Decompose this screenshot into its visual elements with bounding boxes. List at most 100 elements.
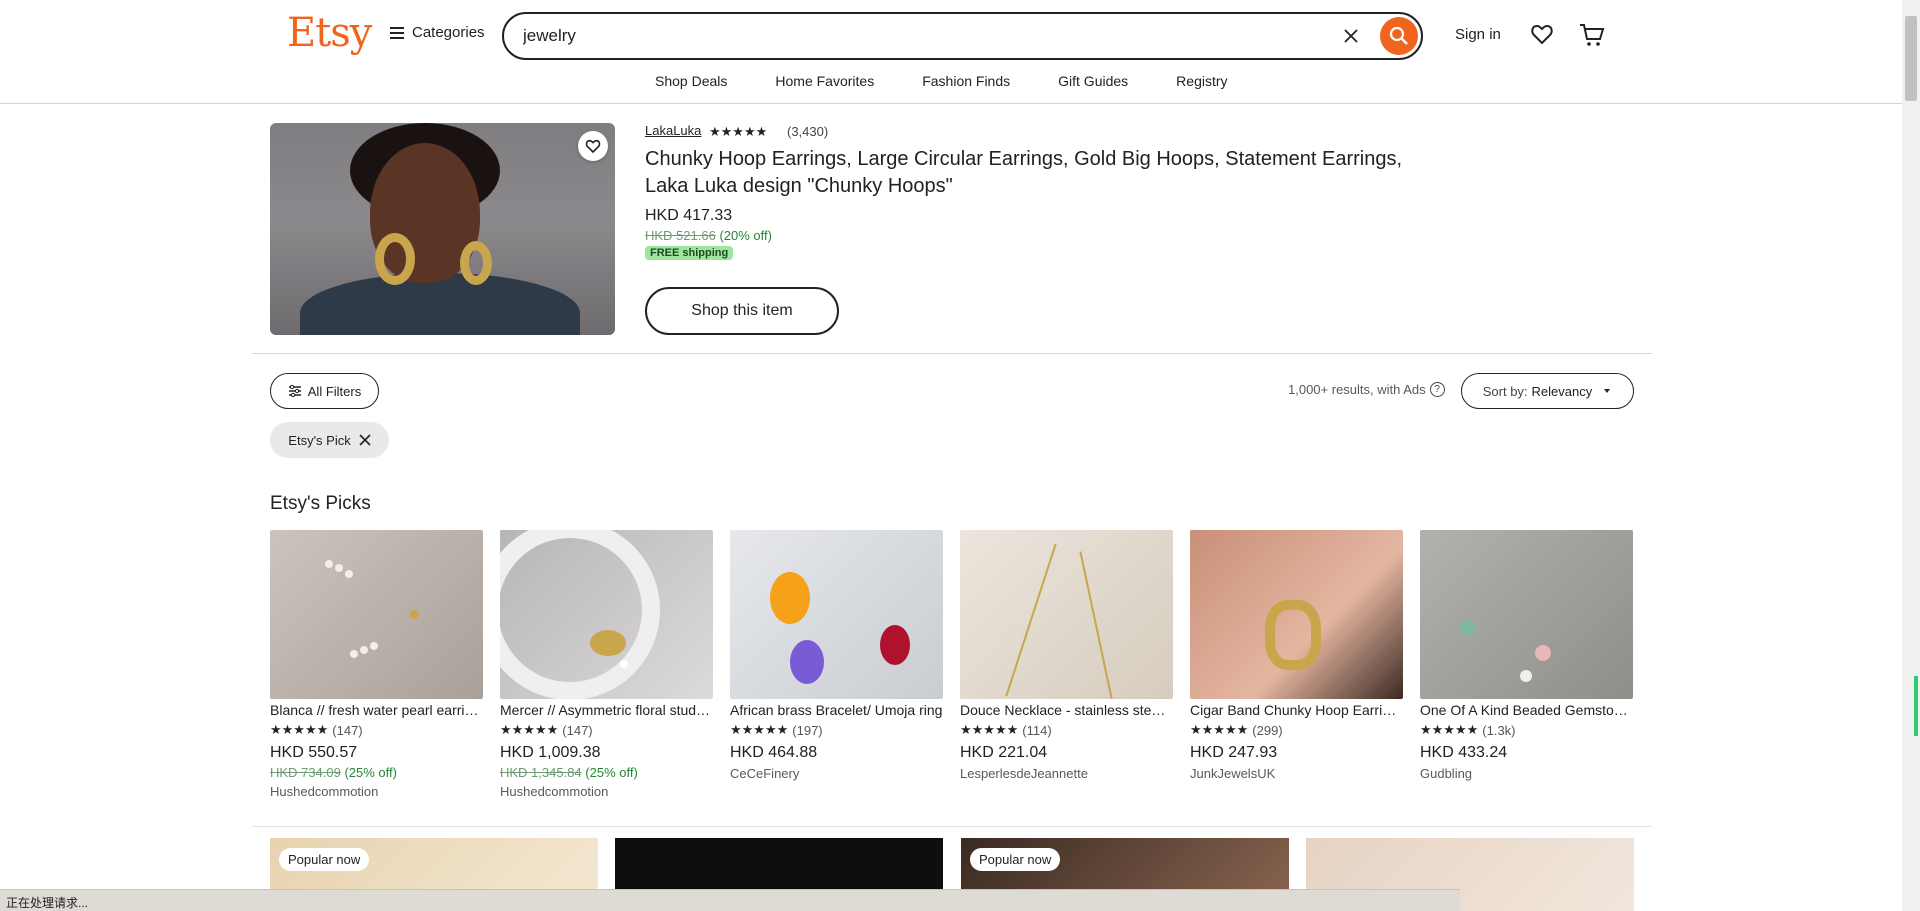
product-price: HKD 464.88 xyxy=(730,744,818,761)
etsy-logo[interactable]: Etsy xyxy=(287,10,372,56)
heart-icon xyxy=(585,139,601,154)
featured-listing-image[interactable] xyxy=(270,123,615,335)
product-image[interactable] xyxy=(1190,530,1403,699)
product-title[interactable]: Douce Necklace - stainless steel chain xyxy=(960,702,1173,718)
review-count: (197) xyxy=(792,722,823,738)
product-shop[interactable]: LesperlesdeJeannette xyxy=(960,766,1173,781)
strikethrough-price: HKD 734.09 xyxy=(270,765,341,780)
product-title[interactable]: One Of A Kind Beaded Gemstone Necklace xyxy=(1420,702,1633,718)
product-card[interactable]: African brass Bracelet/ Umoja ring ★★★★★… xyxy=(730,530,943,781)
nav-registry[interactable]: Registry xyxy=(1176,73,1227,89)
star-rating: ★★★★★ xyxy=(960,722,1019,737)
sign-in-link[interactable]: Sign in xyxy=(1455,26,1501,43)
product-rating: ★★★★★ (299) xyxy=(1190,722,1403,738)
featured-title[interactable]: Chunky Hoop Earrings, Large Circular Ear… xyxy=(645,146,1445,200)
product-card[interactable]: Blanca // fresh water pearl earrings ★★★… xyxy=(270,530,483,799)
section-title: Etsy's Picks xyxy=(270,493,371,514)
etsys-pick-filter-chip[interactable]: Etsy's Pick xyxy=(270,422,389,458)
popular-now-badge: Popular now xyxy=(970,848,1061,871)
cart-icon[interactable] xyxy=(1578,22,1606,48)
featured-review-count: (3,430) xyxy=(787,124,829,139)
shop-this-item-button[interactable]: Shop this item xyxy=(645,287,839,335)
featured-star-rating: ★★★★★ xyxy=(709,124,768,139)
featured-original-price: HKD 521.66 (20% off) xyxy=(645,228,772,243)
discount-text: (25% off) xyxy=(344,765,397,780)
product-rating: ★★★★★ (147) xyxy=(500,722,713,738)
search-bar xyxy=(502,12,1423,60)
vertical-scrollbar[interactable] xyxy=(1902,0,1920,911)
product-image[interactable] xyxy=(270,530,483,699)
product-title[interactable]: Blanca // fresh water pearl earrings xyxy=(270,702,483,718)
divider xyxy=(252,353,1652,354)
search-icon xyxy=(1389,26,1408,45)
review-count: (299) xyxy=(1252,722,1283,738)
strikethrough-price: HKD 1,345.84 xyxy=(500,765,582,780)
product-card[interactable]: Douce Necklace - stainless steel chain ★… xyxy=(960,530,1173,781)
product-shop[interactable]: Gudbling xyxy=(1420,766,1633,781)
product-shop[interactable]: Hushedcommotion xyxy=(270,784,483,799)
product-price: HKD 221.04 xyxy=(960,744,1048,761)
image-shape xyxy=(300,273,580,335)
product-image[interactable] xyxy=(1420,530,1633,699)
chip-label: Etsy's Pick xyxy=(288,432,351,448)
all-filters-label: All Filters xyxy=(307,383,362,399)
search-input[interactable] xyxy=(523,26,1323,46)
review-count: (114) xyxy=(1022,722,1052,738)
product-rating: ★★★★★ (114) xyxy=(960,722,1173,738)
sort-dropdown[interactable]: Sort by: Relevancy xyxy=(1461,373,1634,409)
product-original-price: HKD 1,345.84 (25% off) xyxy=(500,765,713,780)
product-rating: ★★★★★ (147) xyxy=(270,722,483,738)
product-title[interactable]: African brass Bracelet/ Umoja ring xyxy=(730,702,943,718)
product-title[interactable]: Mercer // Asymmetric floral stud earring… xyxy=(500,702,713,718)
clear-search-icon[interactable] xyxy=(1339,24,1363,48)
star-rating: ★★★★★ xyxy=(1190,722,1249,737)
search-button[interactable] xyxy=(1380,17,1418,55)
star-rating: ★★★★★ xyxy=(270,722,329,737)
nav-home-favorites[interactable]: Home Favorites xyxy=(775,73,874,89)
image-shape xyxy=(460,241,492,285)
nav-gift-guides[interactable]: Gift Guides xyxy=(1058,73,1128,89)
popular-now-badge: Popular now xyxy=(279,848,370,871)
product-shop[interactable]: Hushedcommotion xyxy=(500,784,713,799)
nav-shop-deals[interactable]: Shop Deals xyxy=(655,73,727,89)
featured-shop-link[interactable]: LakaLuka xyxy=(645,123,701,138)
featured-price: HKD 417.33 xyxy=(645,207,733,224)
sort-prefix: Sort by: xyxy=(1482,383,1528,399)
image-shape xyxy=(375,233,415,285)
product-rating: ★★★★★ (197) xyxy=(730,722,943,738)
free-shipping-badge: FREE shipping xyxy=(645,246,734,260)
product-shop[interactable]: JunkJewelsUK xyxy=(1190,766,1403,781)
product-image[interactable] xyxy=(500,530,713,699)
product-image[interactable] xyxy=(960,530,1173,699)
product-title[interactable]: Cigar Band Chunky Hoop Earrings xyxy=(1190,702,1403,718)
nav-fashion-finds[interactable]: Fashion Finds xyxy=(922,73,1010,89)
scrollbar-thumb[interactable] xyxy=(1905,16,1917,101)
product-rating: ★★★★★ (1.3k) xyxy=(1420,722,1633,738)
product-card[interactable]: Cigar Band Chunky Hoop Earrings ★★★★★ (29… xyxy=(1190,530,1403,781)
product-original-price: HKD 734.09 (25% off) xyxy=(270,765,483,780)
product-card[interactable]: One Of A Kind Beaded Gemstone Necklace ★… xyxy=(1420,530,1633,781)
review-count: (1.3k) xyxy=(1482,722,1516,738)
close-icon xyxy=(359,434,371,446)
discount-text: (20% off) xyxy=(719,228,772,243)
caret-down-icon xyxy=(1604,389,1611,393)
star-rating: ★★★★★ xyxy=(730,722,789,737)
review-count: (147) xyxy=(332,722,363,738)
strikethrough-price: HKD 521.66 xyxy=(645,228,716,243)
categories-button[interactable]: Categories xyxy=(390,24,485,41)
product-card[interactable]: Mercer // Asymmetric floral stud earring… xyxy=(500,530,713,799)
star-rating: ★★★★★ xyxy=(1420,722,1479,737)
help-icon[interactable]: ? xyxy=(1429,382,1445,397)
filter-icon xyxy=(288,384,301,398)
divider xyxy=(252,826,1652,827)
product-shop[interactable]: CeCeFinery xyxy=(730,766,943,781)
all-filters-button[interactable]: All Filters xyxy=(270,373,379,409)
categories-label: Categories xyxy=(412,24,485,41)
scroll-indicator xyxy=(1914,676,1918,736)
product-price: HKD 247.93 xyxy=(1190,744,1278,761)
product-image[interactable] xyxy=(730,530,943,699)
site-header: Etsy Categories Sign in Shop Deals Home … xyxy=(0,0,1902,104)
favorites-heart-icon[interactable] xyxy=(1530,22,1556,48)
favorite-heart-button[interactable] xyxy=(578,131,608,161)
results-text: 1,000+ results, with Ads xyxy=(1288,382,1426,397)
